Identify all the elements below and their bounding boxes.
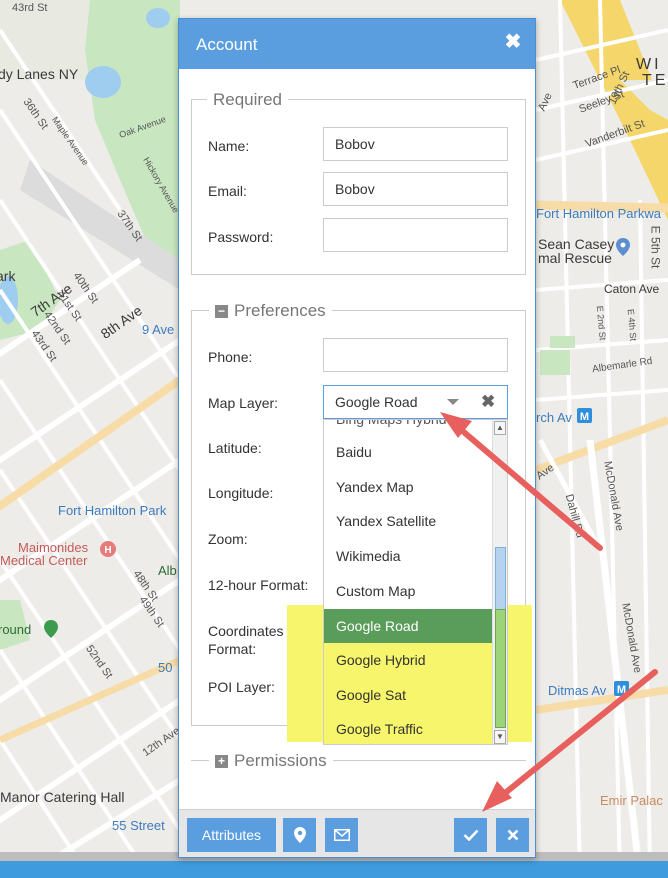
svg-text:H: H: [104, 545, 111, 556]
map-label: Alb: [158, 563, 177, 578]
map-label: mal Rescue: [538, 250, 612, 266]
close-icon: [507, 829, 518, 841]
dropdown-option[interactable]: Google Traffic: [324, 712, 492, 744]
required-legend: Required: [207, 90, 288, 110]
map-label: 50: [158, 660, 173, 675]
dropdown-option[interactable]: Wikimedia: [324, 539, 492, 574]
longitude-label: Longitude:: [208, 485, 274, 501]
map-label: E 5th St: [648, 225, 663, 269]
map-label: Fort Hamilton Park: [58, 503, 167, 518]
dropdown-option[interactable]: Baidu: [324, 435, 492, 470]
name-label: Name:: [208, 138, 250, 154]
phone-field[interactable]: [323, 338, 508, 372]
park-pin-icon: [44, 620, 58, 638]
email-field[interactable]: Bobov: [323, 172, 508, 206]
close-icon[interactable]: ✖: [503, 32, 523, 52]
metro-icon: M: [577, 408, 592, 423]
password-field[interactable]: [323, 218, 508, 252]
map-label: Manor Catering Hall: [0, 789, 125, 805]
map-pin-icon: [616, 238, 630, 256]
map-label: TE: [642, 72, 668, 89]
coordinates-format-label-2: Format:: [208, 641, 257, 657]
preferences-legend-label: Preferences: [234, 301, 326, 320]
permissions-legend[interactable]: + Permissions: [209, 751, 333, 771]
metro-icon: M: [614, 681, 629, 696]
checkmark-icon: [463, 829, 478, 841]
dialog-header[interactable]: Account ✖: [179, 19, 535, 69]
map-label: Caton Ave: [604, 282, 660, 296]
name-field[interactable]: Bobov: [323, 127, 508, 161]
svg-text:M: M: [580, 411, 589, 423]
poi-layer-label: POI Layer:: [208, 679, 275, 695]
minus-icon[interactable]: −: [215, 305, 228, 318]
dropdown-option[interactable]: Google Hybrid: [324, 643, 492, 678]
map-label: 9 Ave: [142, 322, 175, 337]
highlight-overlay: [287, 605, 323, 742]
map-label: 55 Street: [112, 818, 165, 833]
cancel-button[interactable]: [496, 818, 529, 852]
email-button[interactable]: [325, 818, 358, 852]
dropdown-option[interactable]: Google Sat: [324, 678, 492, 713]
envelope-icon: [333, 829, 350, 841]
chevron-down-icon[interactable]: [447, 399, 459, 405]
map-label: dy Lanes NY: [0, 66, 79, 82]
map-label: 43rd St: [12, 2, 48, 14]
preferences-legend[interactable]: − Preferences: [209, 301, 332, 321]
app-bottom-bar: [0, 861, 668, 878]
coordinates-format-label: Coordinates: [208, 623, 284, 639]
map-layer-value: Google Road: [335, 394, 418, 410]
password-label: Password:: [208, 229, 274, 245]
scroll-down-icon[interactable]: ▼: [494, 730, 506, 744]
plus-icon[interactable]: +: [215, 755, 228, 768]
dialog-footer: Attributes: [179, 809, 535, 857]
map-label: Emir Palac: [600, 793, 663, 808]
map-label: Fort Hamilton Parkwa: [536, 206, 661, 221]
dropdown-option-selected[interactable]: Google Road: [324, 609, 492, 644]
dropdown-option[interactable]: Yandex Map: [324, 470, 492, 505]
hospital-icon: H: [100, 541, 116, 557]
map-label: ark: [0, 268, 16, 284]
map-layer-label: Map Layer:: [208, 395, 279, 411]
dropdown-scrollbar[interactable]: ▲ ▼: [492, 420, 507, 744]
svg-text:M: M: [617, 684, 626, 696]
map-marker-icon: [293, 827, 306, 843]
map-layer-dropdown[interactable]: Bing Maps Hybrid Baidu Yandex Map Yandex…: [323, 419, 508, 745]
scroll-up-icon[interactable]: ▲: [494, 421, 506, 435]
permissions-legend-label: Permissions: [234, 751, 327, 770]
highlight-overlay: [508, 605, 532, 742]
scroll-thumb-highlight: [495, 609, 506, 728]
map-layer-select[interactable]: Google Road ✖: [323, 385, 508, 419]
clear-icon[interactable]: ✖: [481, 392, 495, 412]
map-label: rch Av: [536, 410, 572, 425]
map-label: round: [0, 622, 32, 637]
phone-label: Phone:: [208, 349, 253, 365]
map-label: Medical Center: [0, 553, 88, 568]
latitude-label: Latitude:: [208, 440, 262, 456]
map-label: Ditmas Av: [548, 683, 607, 698]
attributes-button[interactable]: Attributes: [187, 818, 276, 852]
email-label: Email:: [208, 183, 247, 199]
ok-button[interactable]: [454, 818, 487, 852]
zoom-label: Zoom:: [208, 531, 248, 547]
account-dialog: Account ✖ Required Name: Bobov Email: Bo…: [178, 18, 536, 858]
location-button[interactable]: [283, 818, 316, 852]
hour12-label: 12-hour Format:: [208, 577, 309, 593]
dropdown-option[interactable]: Yandex Satellite: [324, 504, 492, 539]
dropdown-option[interactable]: Custom Map: [324, 574, 492, 609]
dialog-title: Account: [196, 35, 258, 54]
